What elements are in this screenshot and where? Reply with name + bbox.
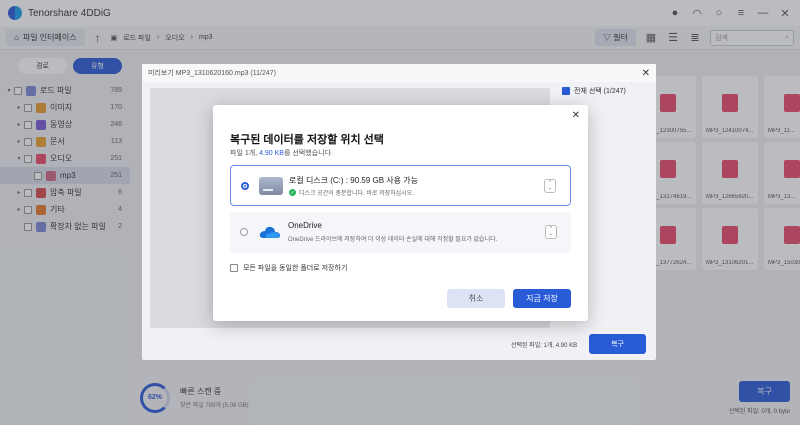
option-local-disk[interactable]: 로컬 디스크 (C:) : 90.59 GB 사용 가능 ✓ 디스크 공간이 충…	[230, 165, 571, 206]
onedrive-desc: OneDrive 드라이브에 저장하여 더 이상 데이터 손실에 대해 걱정할 …	[288, 237, 498, 243]
preview-close-icon[interactable]: ✕	[642, 68, 650, 79]
onedrive-name: OneDrive	[288, 221, 322, 230]
dialog-title: 복구된 데이터를 저장할 위치 선택	[230, 134, 384, 146]
preview-title: 미리보기 MP3_1310620160.mp3 (11/247)	[148, 70, 276, 77]
hard-drive-icon	[259, 177, 283, 195]
local-disk-desc-text: 디스크 공간이 충분합니다. 바로 저장하십시오.	[299, 191, 414, 197]
save-location-dialog: ✕ 복구된 데이터를 저장할 위치 선택 파일 1개, 4.90 KB를 선택했…	[213, 105, 588, 321]
cloud-icon	[259, 226, 280, 238]
cancel-button[interactable]: 취소	[447, 289, 505, 308]
subtitle-prefix: 파일 1개,	[230, 150, 260, 157]
local-disk-name: 로컬 디스크 (C:) : 90.59 GB 사용 가능	[289, 176, 418, 185]
local-disk-desc: ✓ 디스크 공간이 충분합니다. 바로 저장하십시오.	[289, 188, 414, 197]
preview-footer: 선택된 파일: 1개, 4.90 KB 복구	[511, 334, 646, 354]
radio-onedrive[interactable]	[240, 228, 248, 236]
remember-checkbox[interactable]	[230, 264, 238, 272]
radio-local-disk[interactable]	[241, 182, 249, 190]
preview-recover-button[interactable]: 복구	[589, 334, 646, 354]
close-icon[interactable]: ✕	[572, 110, 580, 121]
save-now-button[interactable]: 지금 저장	[513, 289, 571, 308]
preview-selected-info: 선택된 파일: 1개, 4.90 KB	[510, 342, 578, 349]
remember-label: 모든 파일을 동일한 폴더로 저장하기	[243, 265, 348, 272]
select-all[interactable]: 전체 선택 (1/247)	[562, 86, 626, 96]
preview-header: 미리보기 MP3_1310620160.mp3 (11/247) ✕	[142, 64, 656, 82]
dialog-subtitle: 파일 1개, 4.90 KB를 선택했습니다.	[230, 148, 333, 158]
subtitle-suffix: 를 선택했습니다.	[283, 150, 333, 157]
select-all-label: 전체 선택 (1/247)	[574, 88, 626, 95]
remember-location[interactable]: 모든 파일을 동일한 폴더로 저장하기	[230, 263, 347, 273]
subtitle-size: 4.90 KB	[259, 150, 284, 157]
chevron-up-down-icon[interactable]: ⌃ ⌄	[545, 225, 557, 239]
checkbox-icon	[562, 87, 570, 95]
option-onedrive[interactable]: OneDrive OneDrive 드라이브에 저장하여 더 이상 데이터 손실…	[230, 212, 571, 253]
check-icon: ✓	[289, 189, 296, 196]
chevron-up-down-icon[interactable]: ⌃ ⌄	[544, 179, 556, 193]
